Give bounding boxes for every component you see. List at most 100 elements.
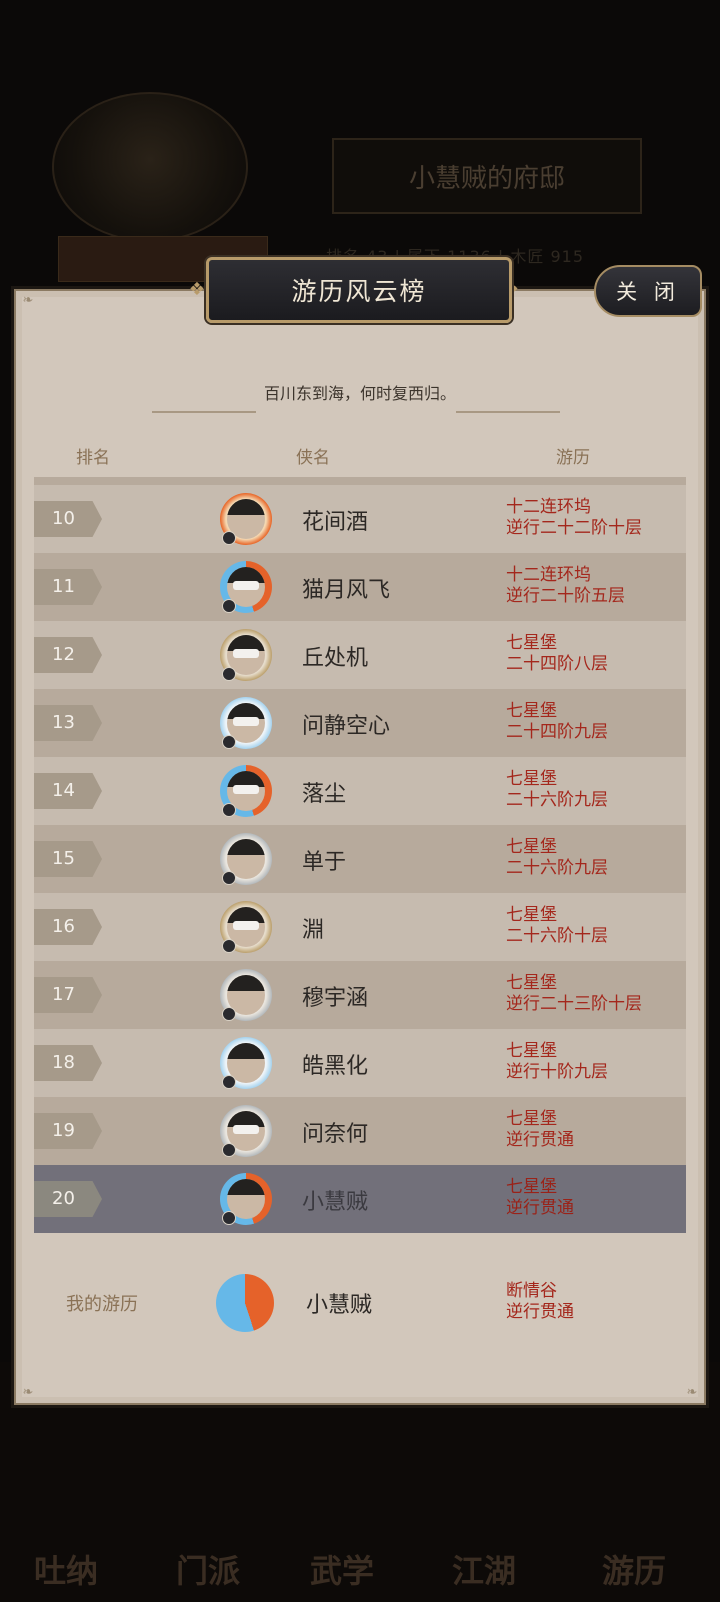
progress-stage: 二十四阶九层 [506, 722, 608, 742]
table-row[interactable]: 11 猫月风飞 十二连环坞 逆行二十阶五层 [34, 553, 686, 621]
avatar-level-badge [222, 1143, 236, 1157]
table-row-partial [34, 477, 686, 485]
my-avatar[interactable] [216, 1274, 274, 1332]
progress-location: 七星堡 [506, 905, 557, 925]
avatar-level-badge [222, 735, 236, 749]
divider-right [456, 411, 560, 413]
progress-stage: 二十六阶九层 [506, 790, 608, 810]
player-avatar[interactable] [220, 969, 272, 1021]
rank-tag: 20 [34, 1181, 102, 1217]
rank-number: 18 [52, 1052, 75, 1073]
player-avatar[interactable] [220, 765, 272, 817]
progress-location: 十二连环坞 [506, 497, 591, 517]
nav-wuxue: 武学 [310, 1552, 375, 1590]
nav-youli: 游历 [602, 1552, 667, 1590]
player-name: 落尘 [302, 782, 347, 807]
progress-stage: 逆行贯通 [506, 1198, 574, 1218]
progress-location: 七星堡 [506, 1109, 557, 1129]
avatar-level-badge [222, 803, 236, 817]
player-name: 问静空心 [302, 714, 391, 739]
modal-subtitle: 百川东到海，何时复西归。 [263, 384, 456, 403]
avatar-hair [227, 499, 265, 515]
player-progress: 七星堡 二十六阶九层 [506, 837, 608, 879]
avatar-hair [227, 1179, 265, 1195]
player-avatar[interactable] [220, 833, 272, 885]
rank-tag: 13 [34, 705, 102, 741]
progress-stage: 逆行十阶九层 [506, 1062, 608, 1082]
avatar-level-badge [222, 1007, 236, 1021]
rank-tag: 10 [34, 501, 102, 537]
player-avatar[interactable] [220, 1105, 272, 1157]
player-progress: 七星堡 逆行贯通 [506, 1177, 574, 1219]
player-name: 小慧贼 [302, 1190, 369, 1215]
progress-stage: 逆行二十二阶十层 [506, 518, 642, 538]
table-row[interactable]: 13 问静空心 七星堡 二十四阶九层 [34, 689, 686, 757]
rank-number: 12 [52, 644, 75, 665]
player-avatar[interactable] [220, 697, 272, 749]
player-progress: 十二连环坞 逆行二十阶五层 [506, 565, 625, 607]
progress-location: 七星堡 [506, 973, 557, 993]
progress-location: 七星堡 [506, 837, 557, 857]
player-avatar[interactable] [220, 1037, 272, 1089]
table-row[interactable]: 15 单于 七星堡 二十六阶九层 [34, 825, 686, 893]
player-name: 花间酒 [302, 510, 369, 535]
player-progress: 七星堡 二十四阶九层 [506, 701, 608, 743]
leaderboard-list[interactable]: 10 花间酒 十二连环坞 逆行二十二阶十层 11 猫月风飞 十二连环坞 逆行二十阶五层 12 丘处… [34, 477, 686, 1259]
modal-title-plate: 游历风云榜 [206, 257, 512, 323]
avatar-mask [233, 649, 259, 658]
table-row-self[interactable]: 20 小慧贼 七星堡 逆行贯通 [34, 1165, 686, 1233]
player-name: 猫月风飞 [302, 578, 391, 603]
corner-ornament: ❧ [22, 1385, 34, 1400]
avatar-mask [233, 921, 259, 930]
progress-location: 七星堡 [506, 633, 557, 653]
rank-tag: 14 [34, 773, 102, 809]
nav-jianghu: 江湖 [452, 1552, 517, 1590]
avatar-level-badge [222, 599, 236, 613]
player-name: 丘处机 [302, 646, 369, 671]
table-row[interactable]: 19 问奈何 七星堡 逆行贯通 [34, 1097, 686, 1165]
player-avatar[interactable] [220, 561, 272, 613]
avatar-level-badge [222, 1211, 236, 1225]
player-avatar[interactable] [220, 901, 272, 953]
progress-location: 七星堡 [506, 769, 557, 789]
avatar-level-badge [222, 667, 236, 681]
player-progress: 十二连环坞 逆行二十二阶十层 [506, 497, 642, 539]
rank-number: 10 [52, 508, 75, 529]
player-name: 皓黑化 [302, 1054, 369, 1079]
rank-number: 11 [52, 576, 75, 597]
table-row[interactable]: 12 丘处机 七星堡 二十四阶八层 [34, 621, 686, 689]
close-button[interactable]: 关 闭 [594, 265, 702, 317]
nav-menpai: 门派 [176, 1552, 241, 1590]
rank-tag: 17 [34, 977, 102, 1013]
rank-tag: 15 [34, 841, 102, 877]
rank-number: 13 [52, 712, 75, 733]
rank-tag: 11 [34, 569, 102, 605]
player-progress: 七星堡 二十六阶九层 [506, 769, 608, 811]
table-row[interactable]: 18 皓黑化 七星堡 逆行十阶九层 [34, 1029, 686, 1097]
avatar-mask [233, 785, 259, 794]
player-avatar[interactable] [220, 1173, 272, 1225]
table-row[interactable]: 16 淵 七星堡 二十六阶十层 [34, 893, 686, 961]
table-row[interactable]: 17 穆宇涵 七星堡 逆行二十三阶十层 [34, 961, 686, 1029]
avatar-level-badge [222, 1075, 236, 1089]
table-row[interactable]: 14 落尘 七星堡 二十六阶九层 [34, 757, 686, 825]
player-name: 问奈何 [302, 1122, 369, 1147]
close-button-label: 关 闭 [616, 280, 680, 304]
rank-number: 17 [52, 984, 75, 1005]
player-name: 单于 [302, 850, 347, 875]
player-avatar[interactable] [220, 493, 272, 545]
avatar-level-badge [222, 939, 236, 953]
rank-number: 15 [52, 848, 75, 869]
progress-stage: 逆行二十阶五层 [506, 586, 625, 606]
player-name: 穆宇涵 [302, 986, 369, 1011]
corner-ornament: ❧ [686, 1385, 698, 1400]
my-record-name: 小慧贼 [306, 1293, 373, 1318]
avatar-mask [233, 717, 259, 726]
table-row[interactable]: 10 花间酒 十二连环坞 逆行二十二阶十层 [34, 485, 686, 553]
modal-title: 游历风云榜 [291, 277, 427, 306]
progress-location: 七星堡 [506, 1177, 557, 1197]
player-avatar[interactable] [220, 629, 272, 681]
player-progress: 七星堡 二十六阶十层 [506, 905, 608, 947]
progress-location: 十二连环坞 [506, 565, 591, 585]
progress-stage: 二十六阶九层 [506, 858, 608, 878]
